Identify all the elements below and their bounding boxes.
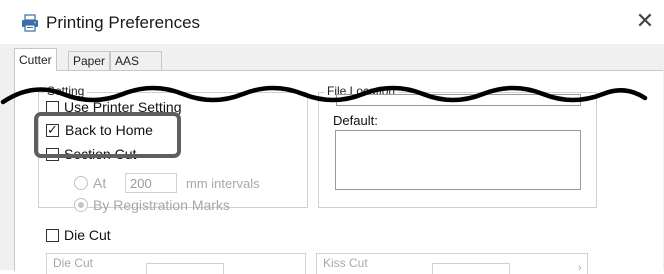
die-cut-label: Die Cut bbox=[64, 227, 111, 243]
kiss-cut-arrow-icon: › bbox=[578, 262, 582, 274]
die-cut-settings-legend: Die Cut bbox=[50, 256, 97, 270]
interval-input[interactable]: 200 bbox=[125, 173, 177, 193]
cut-off-wave-line bbox=[0, 85, 648, 105]
by-registration-marks-radio[interactable] bbox=[74, 198, 88, 212]
at-interval-label: At bbox=[93, 175, 107, 191]
kiss-cut-value-field[interactable] bbox=[432, 263, 510, 274]
printing-preferences-window: Printing Preferences ✕ Cutter Paper AAS … bbox=[0, 0, 664, 274]
printer-icon bbox=[22, 14, 38, 32]
default-path-textbox[interactable] bbox=[335, 130, 581, 190]
close-icon[interactable]: ✕ bbox=[632, 8, 658, 34]
title-bar: Printing Preferences ✕ bbox=[0, 0, 664, 44]
tab-aas-installer[interactable]: AAS Installer bbox=[110, 51, 163, 86]
at-interval-radio[interactable] bbox=[74, 176, 88, 190]
tab-paper[interactable]: Paper bbox=[68, 51, 111, 70]
die-cut-value-field[interactable] bbox=[146, 263, 224, 274]
tab-cutter[interactable]: Cutter bbox=[14, 48, 57, 71]
window-title: Printing Preferences bbox=[46, 13, 201, 32]
by-registration-marks-label: By Registration Marks bbox=[93, 197, 230, 213]
die-cut-checkbox[interactable] bbox=[46, 229, 59, 242]
interval-unit-label: mm intervals bbox=[186, 176, 260, 191]
kiss-cut-settings-legend: Kiss Cut bbox=[320, 256, 371, 270]
